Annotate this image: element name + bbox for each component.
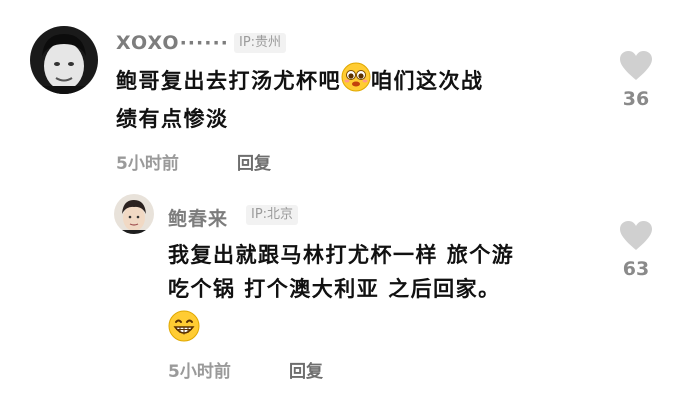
comment-text-part2: 咱们这次战 (371, 69, 484, 93)
heart-icon (620, 51, 652, 80)
comment-text-part1: 鲍哥复出去打汤尤杯吧 (116, 69, 341, 93)
reply-text-line1: 我复出就跟马林打尤杯一样 旅个游 (168, 243, 515, 267)
comment-username[interactable]: XOXO······ (116, 32, 229, 54)
comment-text-line2: 绩有点惨淡 (116, 107, 229, 131)
reply-button[interactable]: 回复 (237, 149, 271, 174)
reply-username[interactable]: 鲍春来 (168, 204, 228, 231)
avatar[interactable] (114, 194, 154, 234)
pleading-face-emoji (341, 62, 371, 102)
ip-location-badge: IP:贵州 (234, 33, 287, 53)
like-button[interactable]: 36 (614, 50, 658, 110)
reply-text: 我复出就跟马林打尤杯一样 旅个游 吃个锅 打个澳大利亚 之后回家。 (168, 238, 608, 352)
reply-timestamp: 5小时前 (168, 362, 231, 382)
heart-icon (620, 221, 652, 250)
like-count: 63 (622, 258, 650, 280)
comment-text: 鲍哥复出去打汤尤杯吧 咱们这次战 绩有点惨淡 (116, 62, 596, 136)
comment-timestamp: 5小时前 (116, 154, 179, 174)
like-count: 36 (622, 88, 650, 110)
reply-button[interactable]: 回复 (289, 357, 323, 382)
grinning-face-emoji (168, 310, 200, 352)
like-button[interactable]: 63 (614, 220, 658, 280)
reply-text-line2: 吃个锅 打个澳大利亚 之后回家。 (168, 277, 501, 301)
avatar[interactable] (30, 26, 98, 94)
ip-location-badge: IP:北京 (246, 205, 299, 225)
